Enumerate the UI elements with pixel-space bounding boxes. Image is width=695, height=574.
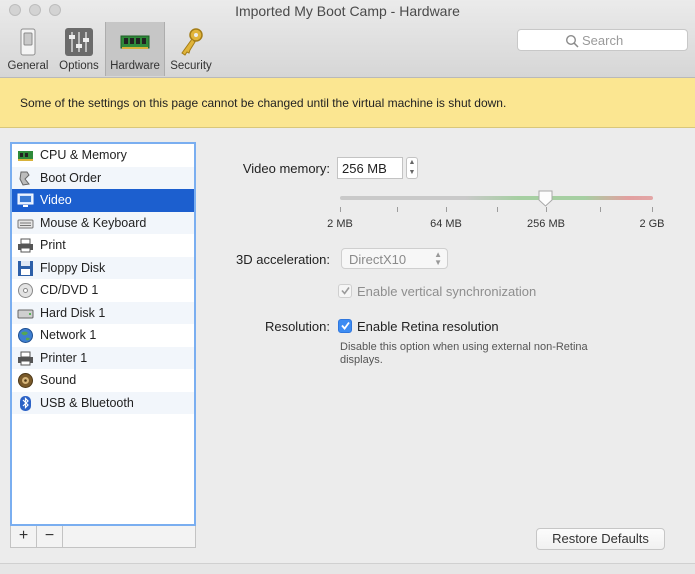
tab-security-label: Security xyxy=(170,60,212,72)
slider-tick xyxy=(600,207,601,212)
add-device-button[interactable]: + xyxy=(11,526,37,547)
list-item-label: Network 1 xyxy=(40,328,97,342)
slider-tick-label: 2 MB xyxy=(327,218,353,230)
list-item-video[interactable]: Video xyxy=(12,189,194,212)
tab-security[interactable]: Security xyxy=(167,22,215,76)
speaker-icon xyxy=(18,373,33,388)
slider-tick xyxy=(340,207,341,212)
device-list-footer: + − xyxy=(10,526,196,548)
search-placeholder: Search xyxy=(582,33,624,48)
vsync-label: Enable vertical synchronization xyxy=(357,284,537,299)
slider-tick xyxy=(397,207,398,212)
video-memory-field[interactable]: 256 MB xyxy=(337,157,403,179)
printer-icon xyxy=(18,351,33,365)
3d-acceleration-label: 3D acceleration: xyxy=(236,252,330,267)
tab-general-label: General xyxy=(7,60,49,72)
search-input[interactable]: Search xyxy=(517,29,688,51)
checkmark-icon xyxy=(341,321,350,330)
retina-checkbox[interactable] xyxy=(338,319,352,333)
list-item-cpu-memory[interactable]: CPU & Memory xyxy=(12,144,194,167)
list-item-label: Print xyxy=(40,238,66,252)
list-item-label: Video xyxy=(40,193,72,207)
list-item-label: USB & Bluetooth xyxy=(40,395,134,410)
slider-tick xyxy=(546,207,547,212)
keyboard-icon xyxy=(17,219,34,228)
slider-tick-label: 2 GB xyxy=(639,218,665,230)
list-item-label: CPU & Memory xyxy=(40,148,127,162)
globe-icon xyxy=(18,328,33,343)
restore-defaults-button[interactable]: Restore Defaults xyxy=(536,528,665,550)
hard-disk-icon xyxy=(17,309,34,318)
slider-tick-label: 64 MB xyxy=(430,218,462,230)
tab-general[interactable]: General xyxy=(4,22,52,76)
video-memory-stepper[interactable]: ▲ ▼ xyxy=(406,157,418,179)
banner-text: Some of the settings on this page cannot… xyxy=(20,96,507,110)
list-item-mouse-keyboard[interactable]: Mouse & Keyboard xyxy=(12,211,194,234)
list-item-boot-order[interactable]: Boot Order xyxy=(12,166,194,189)
switch-icon xyxy=(20,28,36,56)
memory-chip-icon xyxy=(120,35,150,49)
device-list[interactable]: CPU & Memory Boot Order Video Mouse & Ke… xyxy=(10,142,196,526)
disc-icon xyxy=(18,283,33,298)
boot-order-icon xyxy=(19,171,30,186)
chevron-up-icon[interactable]: ▲ xyxy=(407,158,417,168)
list-item-label: CD/DVD 1 xyxy=(40,283,99,297)
tab-options-label: Options xyxy=(59,60,99,72)
retina-hint: Disable this option when using external … xyxy=(340,341,588,366)
toolbar: Imported My Boot Camp - Hardware General… xyxy=(0,0,695,78)
floppy-icon xyxy=(18,260,33,276)
list-item-cd-dvd[interactable]: CD/DVD 1 xyxy=(12,279,194,302)
list-item-label: Floppy Disk xyxy=(40,260,106,275)
chevron-updown-icon: ▲ ▼ xyxy=(434,250,442,267)
sliders-icon xyxy=(65,28,93,56)
tab-hardware[interactable]: Hardware xyxy=(105,22,165,76)
search-icon xyxy=(565,34,579,48)
vsync-checkbox[interactable] xyxy=(338,284,352,298)
remove-device-button[interactable]: − xyxy=(37,526,63,547)
resolution-label: Resolution: xyxy=(264,319,330,334)
checkmark-icon xyxy=(341,287,350,295)
tab-hardware-label: Hardware xyxy=(110,60,160,72)
slider-tick xyxy=(497,207,498,212)
list-item-print[interactable]: Print xyxy=(12,234,194,257)
warning-banner: Some of the settings on this page cannot… xyxy=(0,78,695,128)
video-memory-label: Video memory: xyxy=(242,161,330,176)
3d-acceleration-value: DirectX10 xyxy=(349,252,407,267)
tab-options[interactable]: Options xyxy=(55,22,103,76)
list-item-label: Hard Disk 1 xyxy=(40,305,106,320)
video-memory-slider-track[interactable] xyxy=(340,196,653,200)
slider-tick xyxy=(652,207,653,212)
list-item-sound[interactable]: Sound xyxy=(12,369,194,392)
bluetooth-icon xyxy=(20,395,31,411)
list-item-usb-bluetooth[interactable]: USB & Bluetooth xyxy=(12,391,194,414)
list-item-label: Boot Order xyxy=(40,170,102,185)
list-item-label: Mouse & Keyboard xyxy=(40,215,147,230)
slider-tick-label: 256 MB xyxy=(527,218,565,230)
list-item-label: Sound xyxy=(40,373,77,387)
list-item-label: Printer 1 xyxy=(40,350,88,365)
slider-tick xyxy=(446,207,447,212)
chevron-down-icon[interactable]: ▼ xyxy=(407,168,417,178)
printer-icon xyxy=(18,238,33,253)
3d-acceleration-select[interactable]: DirectX10 ▲ ▼ xyxy=(341,248,448,269)
video-memory-slider-thumb[interactable] xyxy=(538,190,553,207)
key-icon xyxy=(181,28,203,56)
window-bottom-edge xyxy=(0,563,695,574)
list-item-network[interactable]: Network 1 xyxy=(12,324,194,347)
list-item-printer[interactable]: Printer 1 xyxy=(12,346,194,369)
list-item-hard-disk[interactable]: Hard Disk 1 xyxy=(12,301,194,324)
monitor-icon xyxy=(17,193,34,207)
cpu-icon xyxy=(18,151,33,161)
window-title: Imported My Boot Camp - Hardware xyxy=(235,3,460,19)
list-item-floppy-disk[interactable]: Floppy Disk xyxy=(12,256,194,279)
retina-label: Enable Retina resolution xyxy=(357,319,499,334)
